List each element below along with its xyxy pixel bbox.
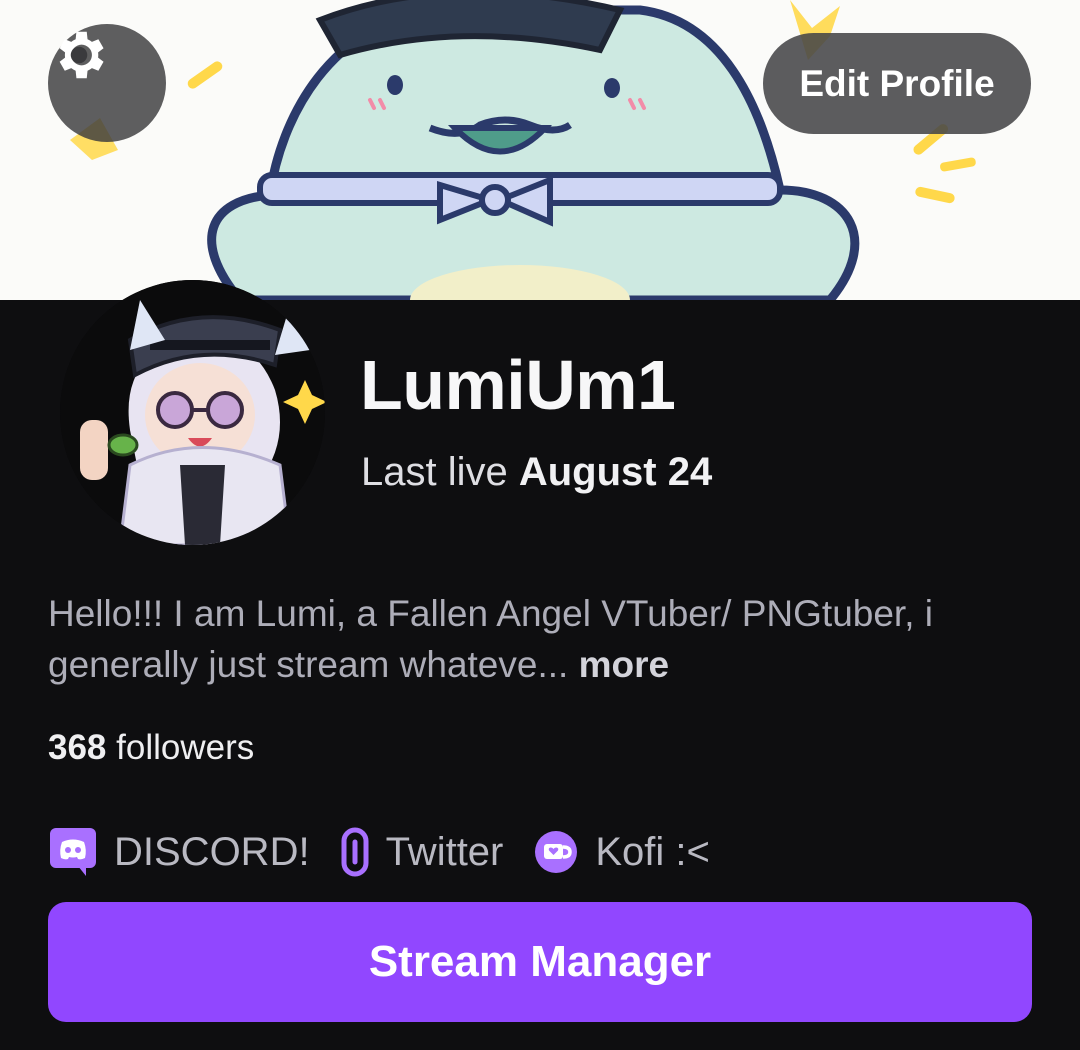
avatar[interactable] bbox=[60, 280, 325, 545]
profile-banner: Edit Profile bbox=[0, 0, 1080, 300]
bio-more-link[interactable]: more bbox=[579, 644, 669, 685]
edit-profile-button[interactable]: Edit Profile bbox=[763, 33, 1031, 134]
profile-page: Edit Profile LumiUm1 Last live August 24… bbox=[0, 0, 1080, 1050]
avatar-illustration bbox=[60, 280, 325, 545]
last-live-prefix: Last live bbox=[361, 450, 519, 494]
social-link-kofi[interactable]: Kofi :< bbox=[533, 829, 710, 875]
channel-name: LumiUm1 bbox=[360, 346, 676, 424]
followers-number: 368 bbox=[48, 728, 117, 767]
kofi-icon bbox=[533, 829, 579, 875]
follower-count: 368 followers bbox=[48, 726, 254, 770]
discord-label: DISCORD! bbox=[114, 829, 310, 874]
stream-manager-button[interactable]: Stream Manager bbox=[48, 902, 1032, 1022]
last-live-status: Last live August 24 bbox=[361, 448, 712, 496]
channel-bio: Hello!!! I am Lumi, a Fallen Angel VTube… bbox=[48, 588, 1038, 690]
social-links: DISCORD! Twitter Kofi :< bbox=[48, 820, 740, 884]
kofi-label: Kofi :< bbox=[595, 829, 710, 874]
social-link-discord[interactable]: DISCORD! bbox=[48, 826, 310, 878]
link-icon bbox=[340, 826, 370, 878]
bio-text: Hello!!! I am Lumi, a Fallen Angel VTube… bbox=[48, 593, 933, 685]
followers-label: followers bbox=[116, 728, 255, 767]
discord-icon bbox=[48, 826, 98, 878]
social-link-twitter[interactable]: Twitter bbox=[340, 826, 504, 878]
last-live-date: August 24 bbox=[518, 450, 713, 494]
settings-button[interactable] bbox=[48, 24, 166, 142]
twitter-label: Twitter bbox=[385, 829, 504, 874]
